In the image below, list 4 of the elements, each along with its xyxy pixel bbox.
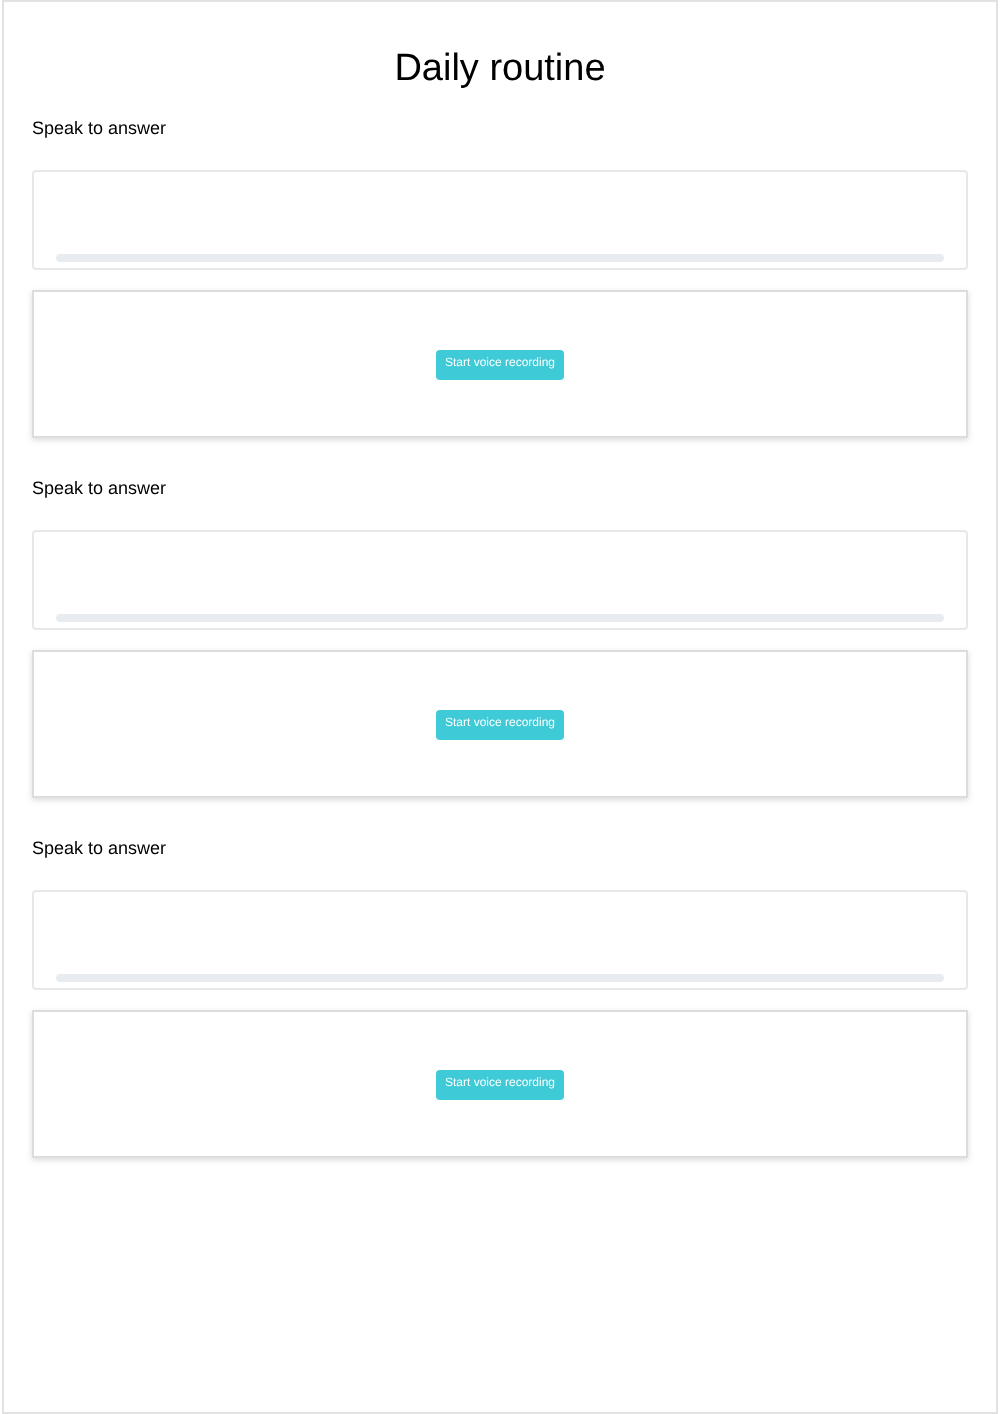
question-prompt: Speak to answer (32, 836, 167, 860)
worksheet-title: Daily routine (392, 46, 608, 94)
question-prompt: Speak to answer (32, 476, 167, 500)
question-prompt: Speak to answer (32, 116, 167, 140)
